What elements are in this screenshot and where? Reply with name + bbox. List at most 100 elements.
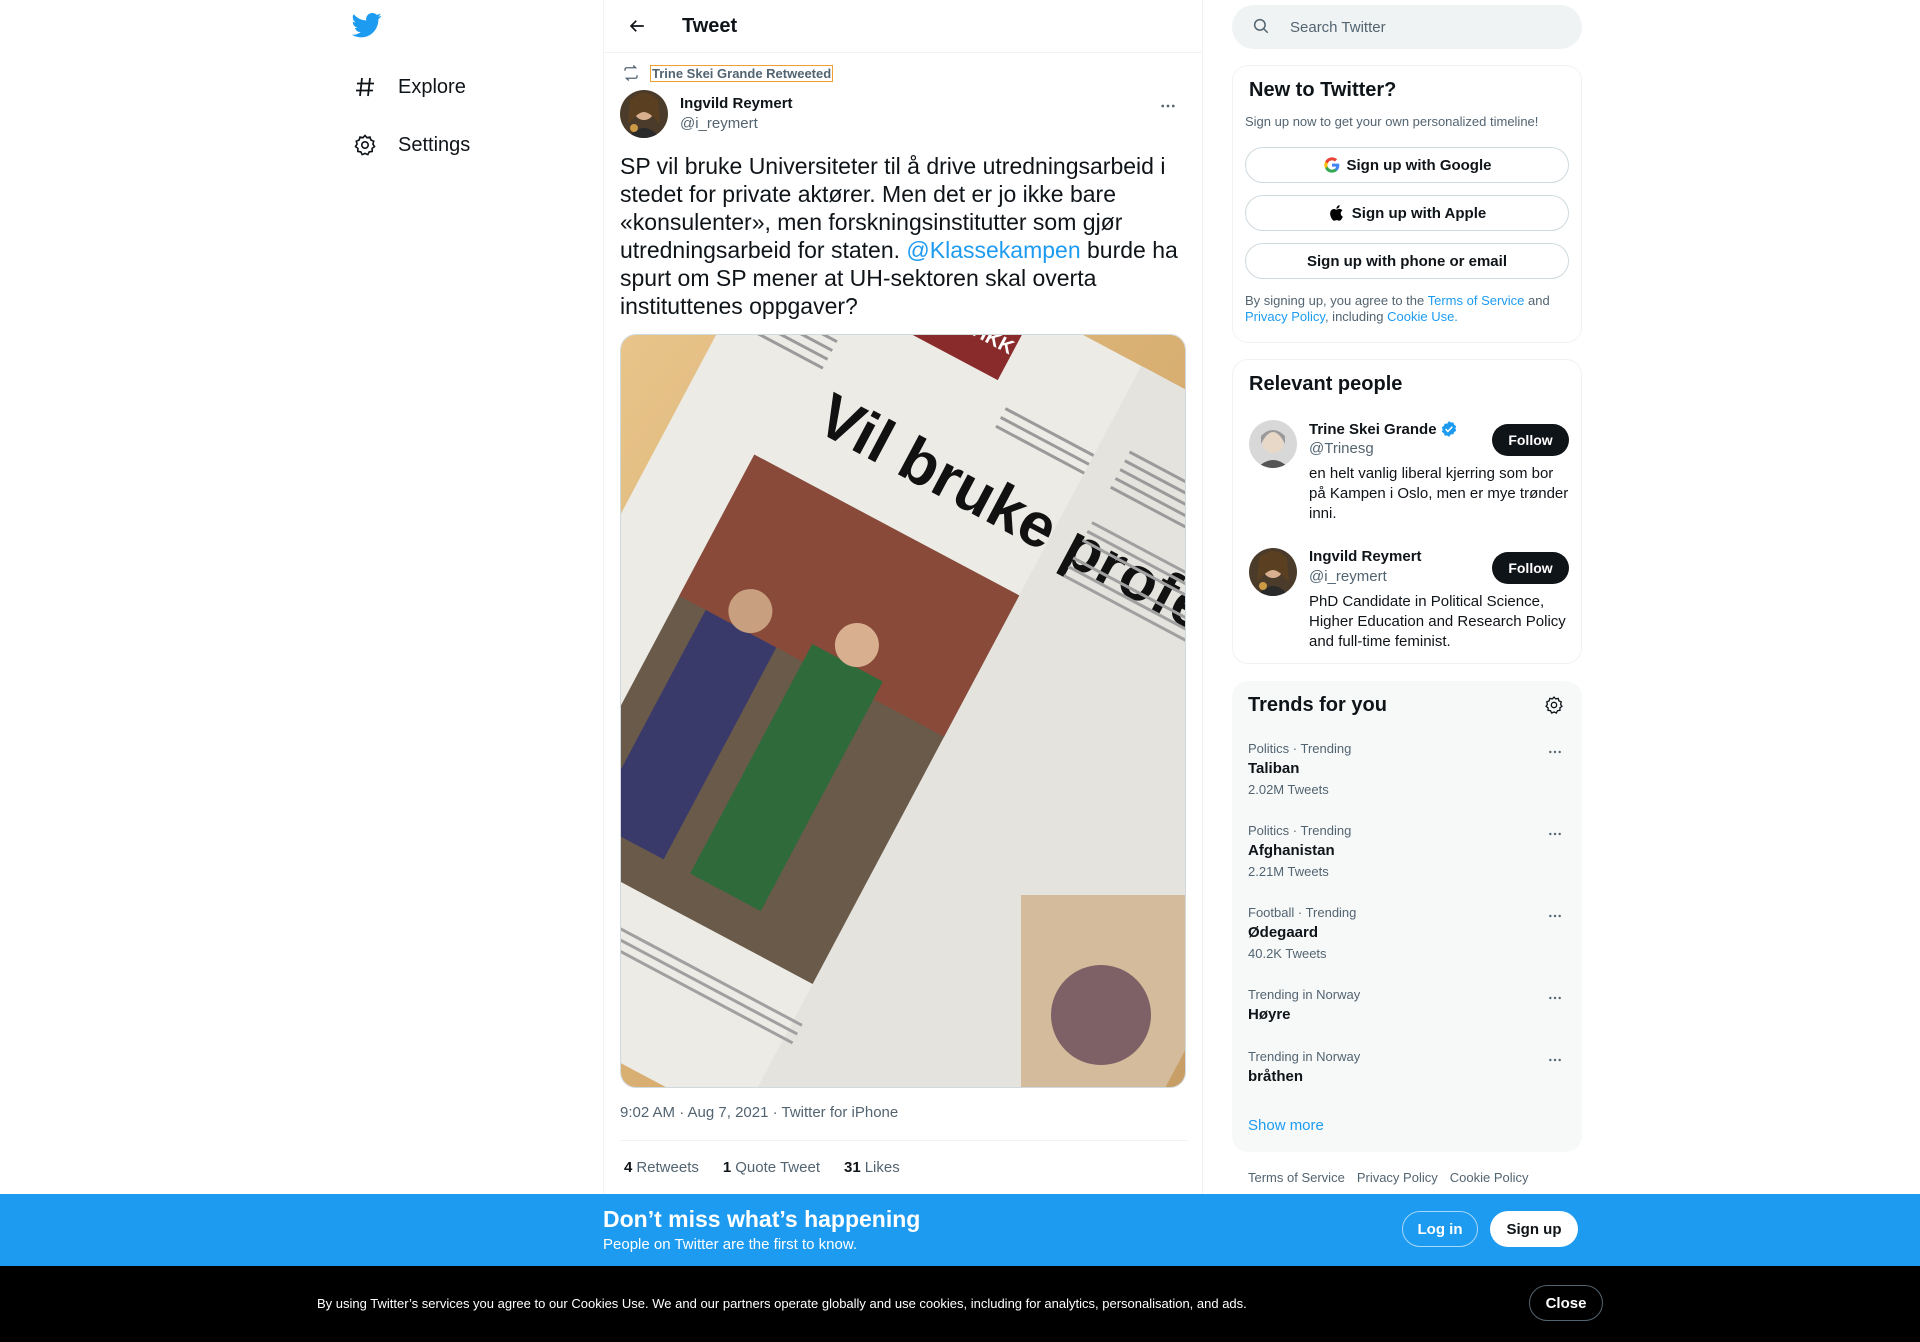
follow-button[interactable]: Follow	[1492, 424, 1569, 456]
trend-name: Afghanistan	[1248, 842, 1335, 859]
tweet-image[interactable]: POLITIKK Vil bruke professorane	[620, 334, 1186, 1088]
newspaper-photo: POLITIKK Vil bruke professorane	[621, 335, 1185, 1087]
trend-item[interactable]: Trending in Norway Høyre	[1248, 987, 1566, 1025]
trend-count: 40.2K Tweets	[1248, 946, 1327, 961]
gear-icon[interactable]	[1544, 695, 1566, 717]
follow-button[interactable]: Follow	[1492, 552, 1569, 584]
trend-count: 2.21M Tweets	[1248, 864, 1329, 879]
retweets-count: 4	[624, 1159, 633, 1176]
sign-up-apple-button[interactable]: Sign up with Apple	[1245, 195, 1569, 231]
gear-icon	[352, 132, 378, 158]
close-button[interactable]: Close	[1529, 1285, 1603, 1321]
sign-up-google-label: Sign up with Google	[1346, 156, 1492, 174]
trend-meta: Politics · Trending	[1248, 823, 1352, 838]
more-options-icon[interactable]	[1544, 1049, 1566, 1071]
footer-privacy-link[interactable]: Privacy Policy	[1357, 1170, 1438, 1185]
trend-meta: Trending in Norway	[1248, 987, 1361, 1002]
sign-up-button[interactable]: Sign up	[1490, 1211, 1578, 1247]
trend-name: Ødegaard	[1248, 924, 1319, 941]
nav-explore[interactable]: Explore	[352, 62, 466, 112]
more-options-icon[interactable]	[1156, 94, 1180, 118]
search-icon	[1252, 17, 1272, 37]
show-more-link[interactable]: Show more	[1248, 1117, 1324, 1134]
nav-settings[interactable]: Settings	[352, 120, 470, 170]
retweeted-by-link[interactable]: Trine Skei Grande Retweeted	[650, 64, 834, 82]
trend-item[interactable]: Football · Trending Ødegaard 40.2K Tweet…	[1248, 905, 1566, 962]
cookie-use-link[interactable]: Cookie Use.	[1387, 309, 1458, 324]
retweet-icon	[622, 64, 640, 82]
new-to-twitter-panel: New to Twitter? Sign up now to get your …	[1232, 65, 1582, 343]
apple-icon	[1328, 204, 1346, 222]
terms-link[interactable]: Terms of Service	[1428, 293, 1525, 308]
trend-meta: Football · Trending	[1248, 905, 1357, 920]
twitter-logo-icon[interactable]	[351, 10, 384, 42]
main-column: Tweet Trine Skei Grande Retweeted Ingvil…	[603, 0, 1203, 1342]
person-name: Ingvild Reymert	[1309, 548, 1422, 565]
page-title: Tweet	[682, 14, 738, 37]
trend-item[interactable]: Trending in Norway bråthen	[1248, 1049, 1566, 1087]
nav-explore-label: Explore	[398, 75, 466, 98]
person-name-text: Ingvild Reymert	[1309, 548, 1422, 565]
likes-stat[interactable]: 31 Likes	[844, 1159, 900, 1176]
banner-title: Don’t miss what’s happening	[603, 1206, 921, 1232]
signup-legal-text: By signing up, you agree to the Terms of…	[1245, 293, 1575, 325]
tweet-header: Tweet	[604, 0, 1202, 53]
footer-cookie-link[interactable]: Cookie Policy	[1450, 1170, 1529, 1185]
person-handle: @i_reymert	[1309, 568, 1387, 585]
cookie-text: By using Twitter’s services you agree to…	[317, 1296, 1247, 1311]
cookie-banner: By using Twitter’s services you agree to…	[0, 1266, 1920, 1342]
likes-count: 31	[844, 1159, 861, 1176]
panel-title: New to Twitter?	[1249, 79, 1397, 101]
mention-link[interactable]: @Klassekampen	[906, 237, 1080, 263]
quotes-count: 1	[722, 1159, 732, 1176]
nav-settings-label: Settings	[398, 133, 471, 156]
retweet-context: Trine Skei Grande Retweeted	[620, 64, 834, 82]
log-in-button[interactable]: Log in	[1402, 1211, 1478, 1247]
person-bio: en helt vanlig liberal kjerring som bor …	[1309, 465, 1569, 522]
author-name[interactable]: Ingvild Reymert	[680, 94, 793, 114]
person-name: Trine Skei Grande	[1309, 420, 1458, 438]
search-input[interactable]	[1290, 18, 1550, 36]
more-options-icon[interactable]	[1544, 823, 1566, 845]
tweet-timestamp[interactable]: 9:02 AM · Aug 7, 2021 · Twitter for iPho…	[620, 1104, 898, 1121]
trend-name: Taliban	[1248, 760, 1300, 777]
search-box[interactable]	[1232, 5, 1582, 49]
avatar[interactable]	[1249, 420, 1297, 468]
google-icon	[1323, 156, 1341, 174]
signup-banner: Don’t miss what’s happening People on Tw…	[0, 1194, 1920, 1266]
trend-item[interactable]: Politics · Trending Taliban 2.02M Tweets	[1248, 741, 1566, 798]
author-handle[interactable]: @i_reymert	[680, 114, 793, 134]
banner-subtitle: People on Twitter are the first to know.	[603, 1236, 858, 1253]
person-name-text: Trine Skei Grande	[1309, 420, 1437, 438]
trend-count: 2.02M Tweets	[1248, 782, 1329, 797]
likes-label: Likes	[864, 1159, 900, 1176]
trend-meta: Politics · Trending	[1248, 741, 1352, 756]
privacy-link[interactable]: Privacy Policy	[1245, 309, 1325, 324]
sign-up-google-button[interactable]: Sign up with Google	[1245, 147, 1569, 183]
legal-text: and	[1524, 293, 1550, 308]
avatar[interactable]	[620, 90, 668, 138]
tweet-author: Ingvild Reymert @i_reymert	[620, 90, 1188, 138]
footer-terms-link[interactable]: Terms of Service	[1248, 1170, 1345, 1185]
sign-up-phone-label: Sign up with phone or email	[1306, 252, 1507, 270]
relevant-people-panel: Relevant people Trine Skei Grande @Trine…	[1232, 359, 1582, 664]
more-options-icon[interactable]	[1544, 905, 1566, 927]
avatar[interactable]	[1249, 548, 1297, 596]
legal-text: By signing up, you agree to the	[1245, 293, 1428, 308]
tweet-stats: 4 Retweets 1 Quote Tweet 31 Likes	[620, 1140, 1188, 1194]
quotes-label: Quote Tweet	[735, 1159, 820, 1176]
tweet-text: SP vil bruke Universiteter til å drive u…	[620, 152, 1190, 320]
back-arrow-icon[interactable]	[620, 9, 654, 43]
more-options-icon[interactable]	[1544, 987, 1566, 1009]
panel-title: Relevant people	[1249, 373, 1403, 395]
footer-links: Terms of Service Privacy Policy Cookie P…	[1248, 1170, 1529, 1185]
quote-tweets-stat[interactable]: 1 Quote Tweet	[723, 1159, 820, 1176]
more-options-icon[interactable]	[1544, 741, 1566, 763]
sign-up-phone-button[interactable]: Sign up with phone or email	[1245, 243, 1569, 279]
trend-item[interactable]: Politics · Trending Afghanistan 2.21M Tw…	[1248, 823, 1566, 880]
panel-title: Trends for you	[1248, 694, 1387, 716]
retweets-stat[interactable]: 4 Retweets	[624, 1159, 699, 1176]
trend-name: Høyre	[1248, 1006, 1291, 1023]
trends-panel: Trends for you Politics · Trending Talib…	[1232, 681, 1582, 1152]
person-handle: @Trinesg	[1309, 440, 1374, 457]
